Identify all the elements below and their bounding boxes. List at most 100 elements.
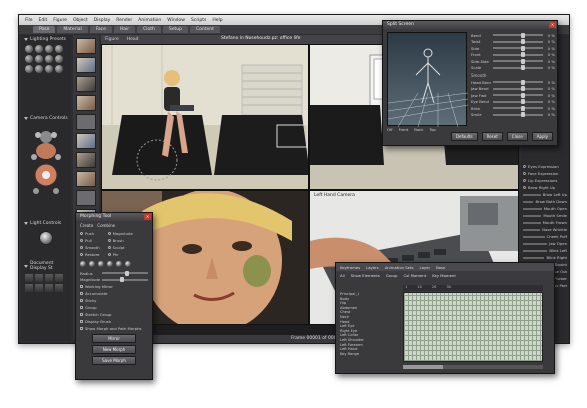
slider-knob[interactable] — [520, 79, 525, 85]
library-thumbnail[interactable] — [76, 114, 96, 130]
slider-knob[interactable] — [125, 270, 129, 276]
light-preset-button[interactable] — [25, 55, 33, 63]
camera-controls-widget[interactable] — [28, 127, 64, 205]
reset-button[interactable]: Reset — [481, 132, 503, 141]
menu-window[interactable]: Window — [167, 18, 185, 23]
slider-track[interactable] — [493, 92, 543, 98]
menu-display[interactable]: Display — [94, 18, 111, 23]
tab-setup[interactable]: Setup — [162, 26, 189, 33]
slider-value[interactable]: 0 % — [545, 46, 555, 51]
light-preset-button[interactable] — [25, 45, 33, 53]
filter-key-moment[interactable]: Key Moment — [432, 273, 456, 278]
timeline-scrollbar[interactable] — [403, 365, 543, 369]
mirror-button[interactable]: Mirror — [92, 334, 136, 343]
brush-swatch[interactable] — [80, 261, 86, 267]
defaults-button[interactable]: Defaults — [450, 132, 478, 141]
morph-check[interactable]: Stretch Group — [76, 311, 152, 318]
slider-knob[interactable] — [520, 32, 525, 38]
morph-check[interactable]: Group — [76, 304, 152, 311]
collapse-triangle-icon[interactable] — [24, 222, 28, 225]
parameter-dial[interactable] — [523, 221, 541, 224]
slider-track[interactable] — [102, 270, 148, 276]
morph-option[interactable]: Pull — [76, 237, 104, 244]
slider-value[interactable]: 0 % — [545, 33, 555, 38]
menu-scripts[interactable]: Scripts — [191, 18, 206, 23]
slider-value[interactable]: 0 % — [545, 112, 555, 117]
slider-track[interactable] — [493, 32, 543, 38]
new-morph-button[interactable]: New Morph — [92, 345, 136, 354]
checkbox[interactable] — [80, 327, 83, 330]
morph-option[interactable]: Sculpt — [104, 244, 137, 251]
parameter-dial[interactable] — [523, 207, 542, 210]
slider-track[interactable] — [493, 52, 543, 58]
parameter-row[interactable]: Brow Left Up — [523, 191, 567, 198]
tab-material[interactable]: Material — [57, 26, 88, 33]
display-style-button[interactable] — [55, 284, 63, 292]
preview-stage[interactable] — [387, 32, 469, 128]
tab-keyframes[interactable]: Keyframes — [340, 265, 360, 270]
radio-button[interactable] — [80, 232, 83, 235]
morph-option[interactable]: Brush — [104, 237, 137, 244]
slider-knob[interactable] — [520, 65, 525, 71]
morph-option[interactable]: Restore — [76, 251, 104, 258]
checkbox[interactable] — [80, 313, 83, 316]
timeline-ruler[interactable]: 1 10 20 30 — [403, 285, 543, 291]
library-thumbnail[interactable] — [76, 57, 96, 73]
slider-value[interactable]: 0 % — [545, 65, 555, 70]
slider-value[interactable]: 0 % — [545, 59, 555, 64]
display-style-button[interactable] — [45, 274, 53, 282]
apply-button[interactable]: Apply — [531, 132, 553, 141]
slider-knob[interactable] — [520, 58, 525, 64]
display-style-button[interactable] — [55, 274, 63, 282]
light-dial-knob[interactable] — [39, 231, 53, 245]
slider-value[interactable]: 0 % — [545, 99, 555, 104]
close-button[interactable]: Close — [506, 132, 528, 141]
parameter-dial[interactable] — [523, 228, 541, 231]
brush-swatch[interactable] — [116, 261, 122, 267]
parameter-slider[interactable]: Smile 0 % — [471, 112, 555, 119]
filter-all[interactable]: All — [340, 273, 345, 278]
parameter-row[interactable]: Mouth Frown — [523, 219, 567, 226]
slider-value[interactable]: 0 % — [545, 80, 555, 85]
checkbox[interactable] — [80, 306, 83, 309]
light-preset-button[interactable] — [45, 45, 53, 53]
slider-track[interactable] — [493, 65, 543, 71]
slider-track[interactable] — [493, 86, 543, 92]
morph-check[interactable]: Accumulate — [76, 290, 152, 297]
morph-check[interactable]: Sticky — [76, 297, 152, 304]
parameter-row[interactable]: Lip Expressions — [523, 177, 567, 184]
slider-value[interactable]: 0 % — [545, 52, 555, 57]
filter-group[interactable]: Group — [386, 273, 398, 278]
slider-track[interactable] — [493, 39, 543, 45]
slider-track[interactable] — [493, 112, 543, 118]
tab-pose[interactable]: Pose — [33, 26, 56, 33]
parameter-row[interactable]: Nose Wrinkle — [523, 226, 567, 233]
checkbox[interactable] — [80, 299, 83, 302]
frame-current-field[interactable]: 00001 — [306, 336, 320, 341]
slider-knob[interactable] — [520, 105, 525, 111]
library-thumbnail[interactable] — [76, 95, 96, 111]
brush-swatch[interactable] — [125, 261, 131, 267]
save-morph-button[interactable]: Save Morph — [92, 356, 136, 365]
slider-knob[interactable] — [520, 45, 525, 51]
slider-track[interactable] — [493, 45, 543, 51]
slider-knob[interactable] — [520, 99, 525, 105]
dialog-title-bar[interactable]: Morphing Tool ✕ — [76, 213, 152, 221]
parameter-radio[interactable] — [523, 186, 526, 189]
layer-select[interactable]: Base — [436, 265, 445, 270]
parameter-row[interactable]: Mouth Smile — [523, 212, 567, 219]
parameter-dial[interactable] — [523, 242, 548, 245]
display-style-button[interactable] — [45, 284, 53, 292]
parameter-row[interactable]: Jaw Open — [523, 240, 567, 247]
parameter-slider[interactable]: Scale 0 % — [471, 65, 555, 72]
slider-value[interactable]: 0 % — [545, 93, 555, 98]
slider-knob[interactable] — [520, 86, 525, 92]
radio-button[interactable] — [80, 239, 83, 242]
light-preset-button[interactable] — [45, 55, 53, 63]
filter-col-moment[interactable]: Col Moment — [403, 273, 426, 278]
parameter-row[interactable]: Eyes Expression — [523, 163, 567, 170]
parameter-dial[interactable] — [523, 200, 534, 203]
library-thumbnail[interactable] — [76, 171, 96, 187]
light-preset-button[interactable] — [35, 45, 43, 53]
dialog-title-bar[interactable]: Split Screen ✕ — [383, 21, 557, 29]
